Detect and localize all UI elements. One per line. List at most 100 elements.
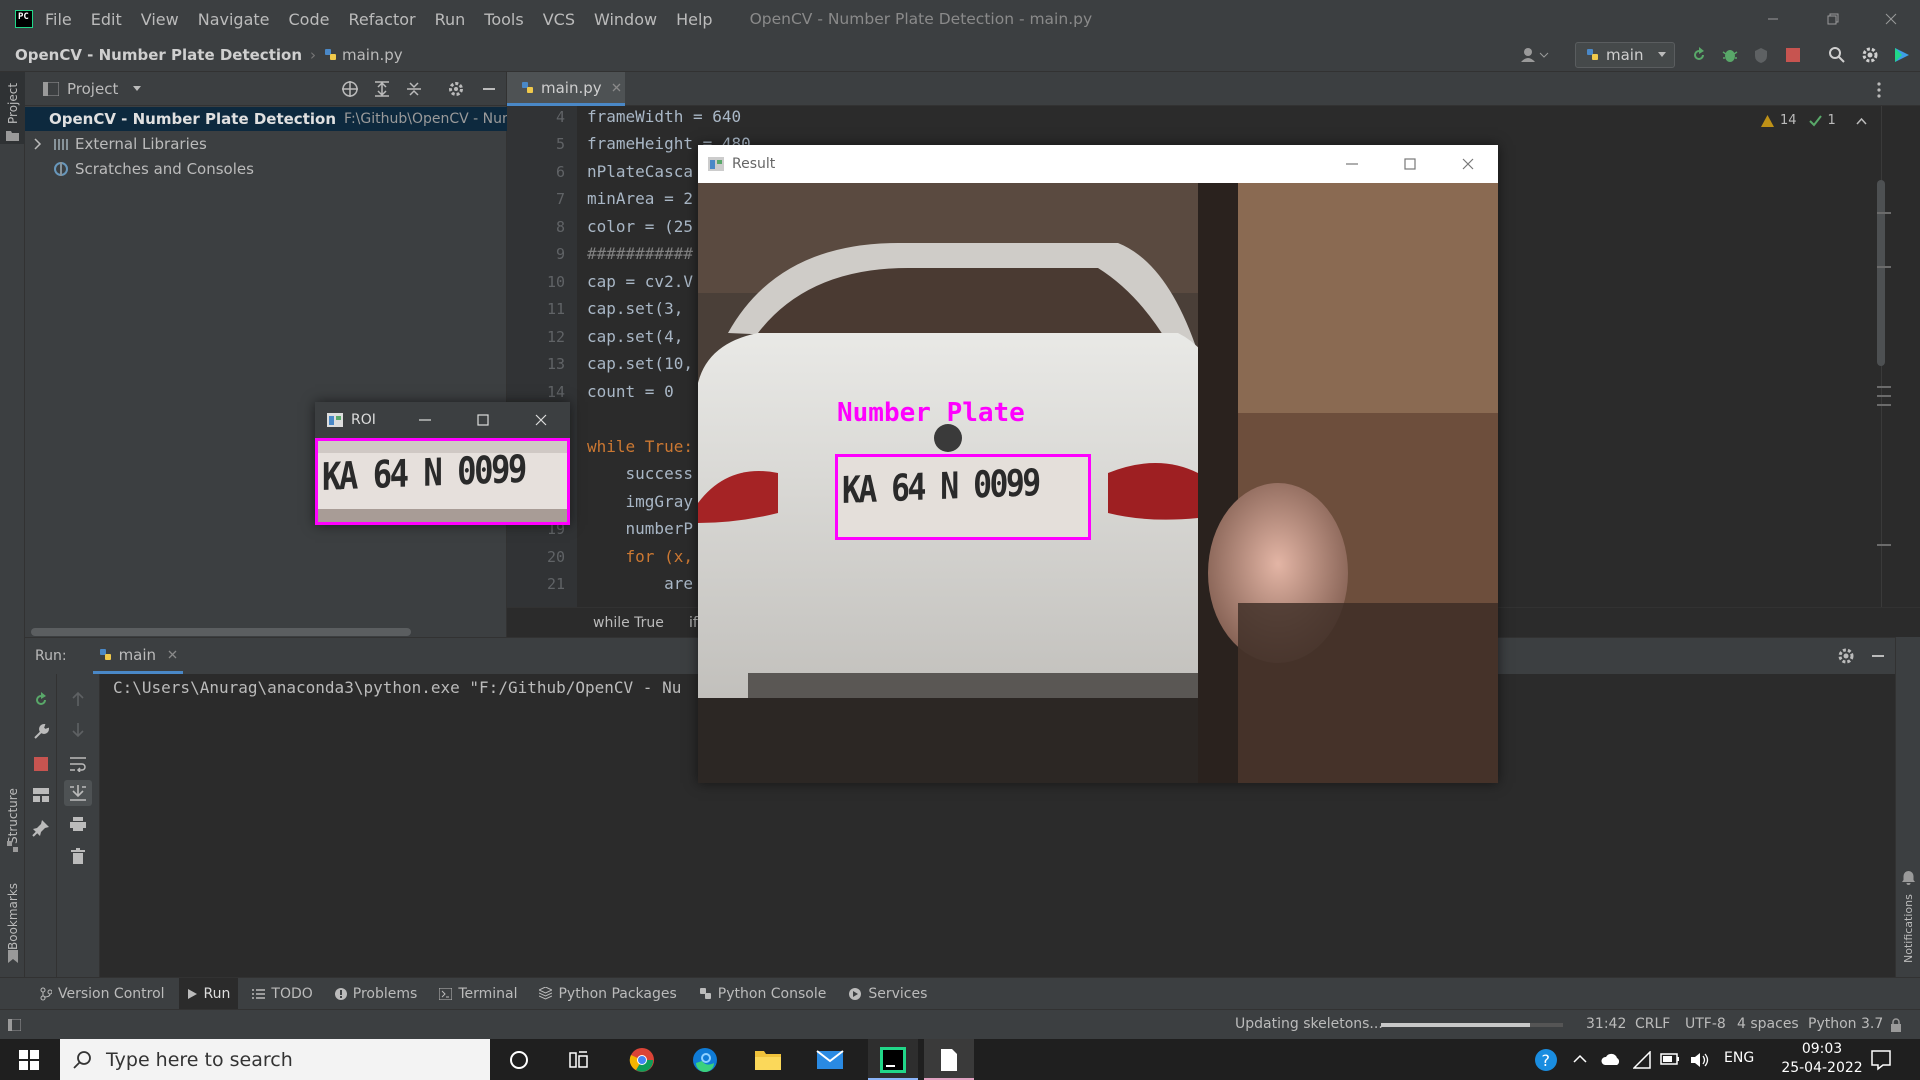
chrome-icon[interactable] xyxy=(629,1047,655,1073)
tree-item-external-libraries[interactable]: External Libraries xyxy=(25,132,207,156)
file-encoding[interactable]: UTF-8 xyxy=(1685,1016,1726,1032)
indent-setting[interactable]: 4 spaces xyxy=(1737,1016,1799,1032)
line-separator[interactable]: CRLF xyxy=(1635,1016,1670,1032)
rerun-icon[interactable] xyxy=(1690,46,1708,64)
chevron-right-icon[interactable] xyxy=(33,138,43,150)
modify-config-wrench-icon[interactable] xyxy=(32,723,50,741)
minimize-button[interactable] xyxy=(1744,0,1802,38)
tab-main-py[interactable]: main.py xyxy=(507,72,625,106)
code-line[interactable]: frameWidth = 640 xyxy=(587,107,741,126)
menu-view[interactable]: View xyxy=(141,10,179,29)
onedrive-cloud-icon[interactable] xyxy=(1601,1052,1621,1066)
coverage-icon[interactable] xyxy=(1752,46,1770,64)
code-line[interactable]: minArea = 2 xyxy=(587,189,693,208)
run-settings-gear-icon[interactable] xyxy=(1837,647,1855,665)
project-panel-title[interactable]: Project xyxy=(67,80,118,98)
result-close-button[interactable] xyxy=(1439,145,1497,183)
breadcrumb-project[interactable]: OpenCV - Number Plate Detection xyxy=(15,46,302,64)
tool-tab-todo[interactable]: TODO xyxy=(252,986,313,1002)
hide-panel-icon[interactable] xyxy=(482,81,496,97)
tool-tab-version-control[interactable]: Version Control xyxy=(40,986,165,1002)
clock-date[interactable]: 25-04-2022 xyxy=(1762,1060,1882,1076)
battery-icon[interactable] xyxy=(1660,1053,1680,1065)
menu-edit[interactable]: Edit xyxy=(91,10,122,29)
breadcrumb-scope[interactable]: while True xyxy=(593,615,664,631)
tree-item-scratches[interactable]: Scratches and Consoles xyxy=(25,157,254,181)
restore-button[interactable] xyxy=(1804,0,1862,38)
mail-icon[interactable] xyxy=(816,1049,844,1071)
rerun-icon[interactable] xyxy=(32,691,50,709)
lock-icon[interactable] xyxy=(1890,1018,1902,1032)
breadcrumb-scope[interactable]: if xyxy=(689,615,698,631)
menu-window[interactable]: Window xyxy=(594,10,657,29)
locate-file-icon[interactable] xyxy=(341,80,359,98)
code-line[interactable]: cap.set(10, xyxy=(587,354,693,373)
volume-icon[interactable] xyxy=(1690,1051,1710,1069)
language-indicator[interactable]: ENG xyxy=(1724,1050,1754,1066)
cortana-icon[interactable] xyxy=(509,1050,529,1070)
task-view-icon[interactable] xyxy=(569,1050,591,1070)
collapse-all-icon[interactable] xyxy=(406,81,422,97)
edge-icon[interactable] xyxy=(692,1047,718,1073)
python-interpreter[interactable]: Python 3.7 xyxy=(1808,1016,1883,1032)
code-line[interactable]: success xyxy=(587,464,693,483)
error-stripe[interactable] xyxy=(1882,106,1920,607)
tool-tab-python-console[interactable]: Python Console xyxy=(699,986,826,1002)
close-button[interactable] xyxy=(1862,0,1920,38)
pin-icon[interactable] xyxy=(32,819,50,837)
code-line[interactable]: for (x, xyxy=(587,547,693,566)
arrow-down-icon[interactable] xyxy=(70,722,86,738)
chevron-up-icon[interactable] xyxy=(1856,117,1867,125)
console-output-line[interactable]: C:\Users\Anurag\anaconda3\python.exe "F:… xyxy=(113,678,681,697)
breadcrumb-file[interactable]: main.py xyxy=(342,46,403,64)
code-line[interactable]: count = 0 xyxy=(587,382,674,401)
network-icon[interactable] xyxy=(1633,1051,1651,1069)
layout-icon[interactable] xyxy=(32,787,50,803)
settings-gear-icon[interactable] xyxy=(1861,46,1879,64)
code-line[interactable]: imgGray xyxy=(587,492,693,511)
structure-tool-button[interactable]: Structure xyxy=(0,772,25,852)
taskbar-app-window[interactable] xyxy=(924,1039,974,1080)
code-line[interactable]: ########### xyxy=(587,244,693,263)
caret-position[interactable]: 31:42 xyxy=(1586,1016,1626,1032)
windows-start-icon[interactable] xyxy=(19,1050,39,1070)
tree-item-project-root[interactable]: OpenCV - Number Plate Detection F:\Githu… xyxy=(25,107,533,131)
taskbar-search-box[interactable]: Type here to search xyxy=(60,1039,490,1080)
options-gear-icon[interactable] xyxy=(448,81,464,97)
arrow-up-icon[interactable] xyxy=(70,691,86,707)
more-options-icon[interactable] xyxy=(1876,82,1882,98)
notifications-label[interactable]: Notifications xyxy=(1902,894,1915,963)
horizontal-scrollbar[interactable] xyxy=(31,628,411,636)
tool-tab-terminal[interactable]: Terminal xyxy=(439,986,517,1002)
taskbar-app-pycharm[interactable] xyxy=(868,1039,918,1080)
menu-help[interactable]: Help xyxy=(676,10,712,29)
hide-panel-icon[interactable] xyxy=(1871,647,1885,665)
roi-maximize-button[interactable] xyxy=(454,402,512,438)
notification-center-icon[interactable] xyxy=(1870,1049,1892,1071)
menu-navigate[interactable]: Navigate xyxy=(198,10,270,29)
file-explorer-icon[interactable] xyxy=(754,1048,782,1072)
menu-file[interactable]: File xyxy=(45,10,72,29)
chevron-up-icon[interactable] xyxy=(1573,1054,1587,1064)
scroll-to-end-toggle[interactable] xyxy=(64,780,92,806)
print-icon[interactable] xyxy=(69,816,87,832)
inspection-widget[interactable]: 14 1 xyxy=(1761,113,1894,128)
tool-tab-services[interactable]: Services xyxy=(848,986,927,1002)
debug-icon[interactable] xyxy=(1721,46,1739,64)
code-line[interactable]: cap.set(4, xyxy=(587,327,683,346)
menu-vcs[interactable]: VCS xyxy=(543,10,575,29)
trash-icon[interactable] xyxy=(70,848,86,865)
background-task-label[interactable]: Updating skeletons... xyxy=(1235,1016,1383,1032)
result-minimize-button[interactable] xyxy=(1323,145,1381,183)
chevron-down-icon[interactable] xyxy=(132,85,142,93)
roi-minimize-button[interactable] xyxy=(396,402,454,438)
code-line[interactable]: numberP xyxy=(587,519,693,538)
user-icon[interactable] xyxy=(1520,47,1550,63)
code-line[interactable]: while True: xyxy=(587,437,693,456)
clock-time[interactable]: 09:03 xyxy=(1782,1041,1862,1057)
code-line[interactable]: color = (25 xyxy=(587,217,693,236)
code-line[interactable]: nPlateCasca xyxy=(587,162,693,181)
close-tab-icon[interactable] xyxy=(612,83,621,92)
menu-tools[interactable]: Tools xyxy=(484,10,523,29)
tool-tab-run[interactable]: Run xyxy=(178,978,239,1009)
